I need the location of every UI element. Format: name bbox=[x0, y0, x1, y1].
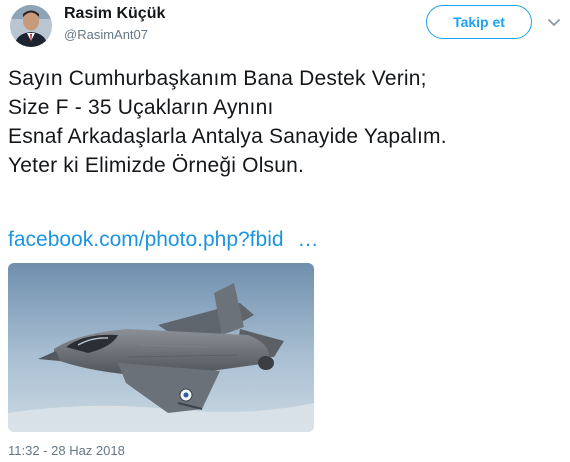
follow-button[interactable]: Takip et bbox=[426, 5, 532, 39]
caret-down-icon[interactable] bbox=[546, 14, 562, 30]
tweet-text-line: Esnaf Arkadaşlarla Antalya Sanayide Yapa… bbox=[8, 125, 447, 148]
tweet-link-text: facebook.com/photo.php?fbid bbox=[8, 228, 284, 251]
tweet-link[interactable]: facebook.com/photo.php?fbid … bbox=[8, 228, 319, 252]
tweet-card: Rasim Küçük @RasimAnt07 Takip et Sayın C… bbox=[0, 0, 570, 462]
tweet-timestamp[interactable]: 11:32 - 28 Haz 2018 bbox=[8, 443, 125, 458]
tweet-text: Sayın Cumhurbaşkanım Bana Destek Verin; … bbox=[8, 64, 563, 180]
avatar[interactable] bbox=[10, 5, 52, 47]
tweet-text-line: Yeter ki Elimizde Örneği Olsun. bbox=[8, 154, 305, 177]
avatar-portrait bbox=[10, 5, 52, 47]
tweet-text-line: Sayın Cumhurbaşkanım Bana Destek Verin; bbox=[8, 67, 427, 90]
fighter-jet-photo bbox=[8, 263, 314, 432]
tweet-text-line: Size F - 35 Uçakların Aynını bbox=[8, 96, 274, 119]
author-name[interactable]: Rasim Küçük bbox=[64, 5, 165, 23]
tweet-link-ellipsis: … bbox=[297, 228, 319, 251]
author-handle[interactable]: @RasimAnt07 bbox=[64, 27, 148, 42]
tweet-media-image[interactable] bbox=[8, 263, 314, 432]
